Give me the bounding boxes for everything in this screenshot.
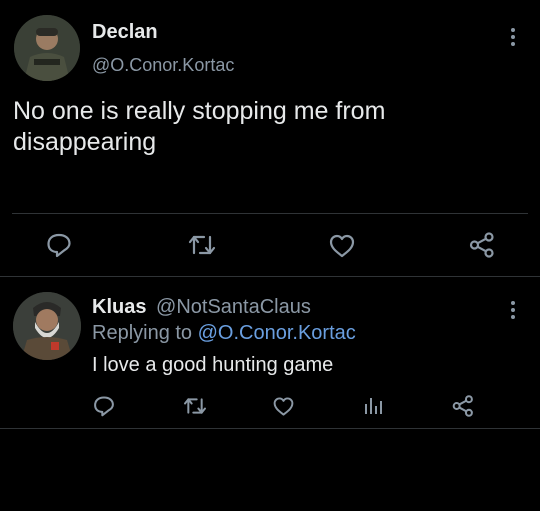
reply-icon[interactable]: [93, 395, 115, 417]
like-icon[interactable]: [272, 396, 295, 417]
section-divider: [0, 276, 540, 277]
reply-header: Kluas @NotSantaClaus: [92, 296, 311, 319]
retweet-icon[interactable]: [183, 396, 207, 416]
display-name[interactable]: Declan: [92, 21, 158, 44]
reply-icon[interactable]: [46, 232, 72, 258]
reply-more-options-icon[interactable]: [506, 299, 520, 321]
tweet-text-line-2: disappearing: [13, 128, 157, 156]
divider: [12, 213, 528, 214]
replying-to-handle[interactable]: @O.Conor.Kortac: [198, 322, 356, 344]
tweet-text: No one is really stopping me from disapp…: [13, 96, 385, 158]
reply-text: I love a good hunting game: [92, 354, 334, 376]
avatar[interactable]: [14, 15, 80, 81]
replying-to-label: Replying to: [92, 322, 193, 344]
analytics-icon[interactable]: [363, 395, 383, 415]
reply-display-name[interactable]: Kluas: [92, 296, 146, 318]
handle[interactable]: @O.Conor.Kortac: [92, 55, 234, 76]
replying-to: Replying to @O.Conor.Kortac: [92, 322, 356, 345]
tweet-text-line-1: No one is really stopping me from: [13, 97, 386, 125]
share-icon[interactable]: [452, 395, 474, 417]
reply-avatar[interactable]: [13, 292, 81, 360]
share-icon[interactable]: [469, 232, 495, 258]
more-options-icon[interactable]: [506, 26, 520, 48]
like-icon[interactable]: [328, 233, 356, 259]
reply-handle[interactable]: @NotSantaClaus: [156, 296, 311, 318]
bottom-divider: [0, 428, 540, 429]
retweet-icon[interactable]: [188, 233, 216, 257]
